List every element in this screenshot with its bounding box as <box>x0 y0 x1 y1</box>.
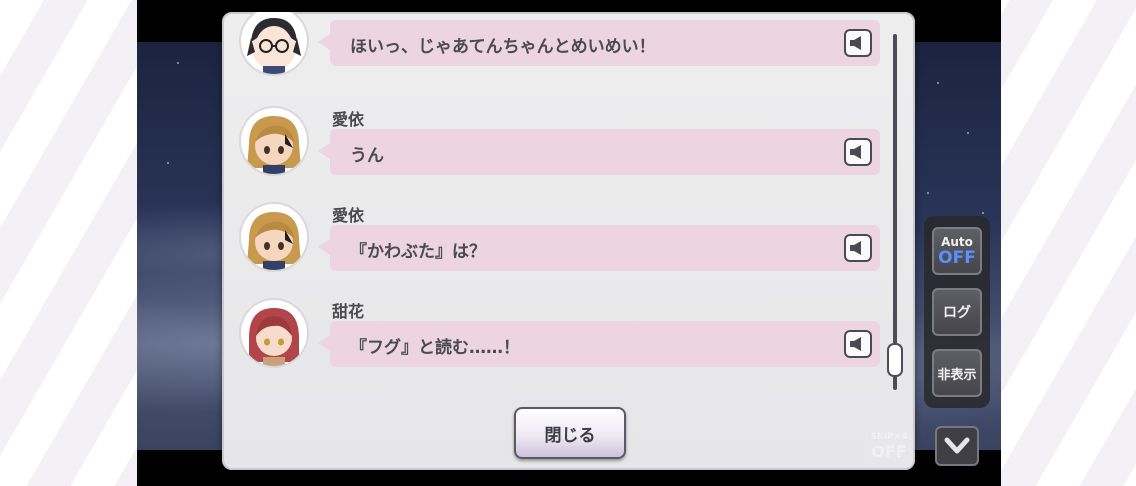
log-entry: 愛依 うん <box>222 106 892 202</box>
speaker-icon <box>850 241 861 255</box>
speaker-icon <box>850 337 861 351</box>
line-text: ほいっ、じゃあてんちゃんとめいめい！ <box>350 37 656 57</box>
log-entry: ほいっ、じゃあてんちゃんとめいめい！ <box>222 12 892 76</box>
hide-ui-button[interactable]: 非表示 <box>932 349 982 397</box>
hide-label: 非表示 <box>937 367 977 383</box>
line-bubble: うん <box>318 129 880 175</box>
skip-label: SKIP×4 <box>870 431 908 442</box>
speaker-icon <box>850 145 861 159</box>
close-button[interactable]: 閉じる <box>514 407 626 459</box>
backlog-dialog: ほいっ、じゃあてんちゃんとめいめい！ 愛依 うん 愛依 『かわぶた』は？ 甜花 … <box>222 12 915 470</box>
voice-replay-button[interactable] <box>844 330 872 358</box>
avatar-blonde-girl <box>241 204 307 270</box>
log-entry: 愛依 『かわぶた』は？ <box>222 202 892 298</box>
log-button[interactable]: ログ <box>932 288 982 336</box>
log-list[interactable]: ほいっ、じゃあてんちゃんとめいめい！ 愛依 うん 愛依 『かわぶた』は？ 甜花 … <box>222 12 892 404</box>
speaker-name: 甜花 <box>332 302 365 321</box>
line-text: 『かわぶた』は？ <box>350 242 486 262</box>
chevron-down-icon <box>944 437 970 454</box>
speaker-name: 愛依 <box>332 110 365 129</box>
auto-state: OFF <box>938 247 976 268</box>
scroll-down-button[interactable] <box>935 426 979 466</box>
line-text: うん <box>350 146 384 166</box>
voice-replay-button[interactable] <box>844 138 872 166</box>
skip-state: OFF <box>871 441 907 461</box>
line-bubble: 『かわぶた』は？ <box>318 225 880 271</box>
speaker-name: 愛依 <box>332 206 365 225</box>
avatar-red-hair-girl <box>241 300 307 366</box>
speaker-icon <box>850 36 861 50</box>
avatar-blonde-girl <box>241 108 307 174</box>
log-label: ログ <box>943 305 971 321</box>
scrollbar-thumb[interactable] <box>887 343 903 377</box>
log-entry: 甜花 『フグ』と読む……！ <box>222 298 892 394</box>
line-text: 『フグ』と読む……！ <box>350 338 520 358</box>
auto-label: Auto <box>941 234 973 249</box>
voice-replay-button[interactable] <box>844 29 872 57</box>
voice-replay-button[interactable] <box>844 234 872 262</box>
line-bubble: ほいっ、じゃあてんちゃんとめいめい！ <box>318 20 880 66</box>
skip-button[interactable]: SKIP×4 OFF <box>864 424 914 468</box>
avatar-glasses-girl <box>241 12 307 74</box>
scrollbar-track[interactable] <box>893 34 897 390</box>
auto-button[interactable]: Auto OFF <box>932 227 982 275</box>
line-bubble: 『フグ』と読む……！ <box>318 321 880 367</box>
